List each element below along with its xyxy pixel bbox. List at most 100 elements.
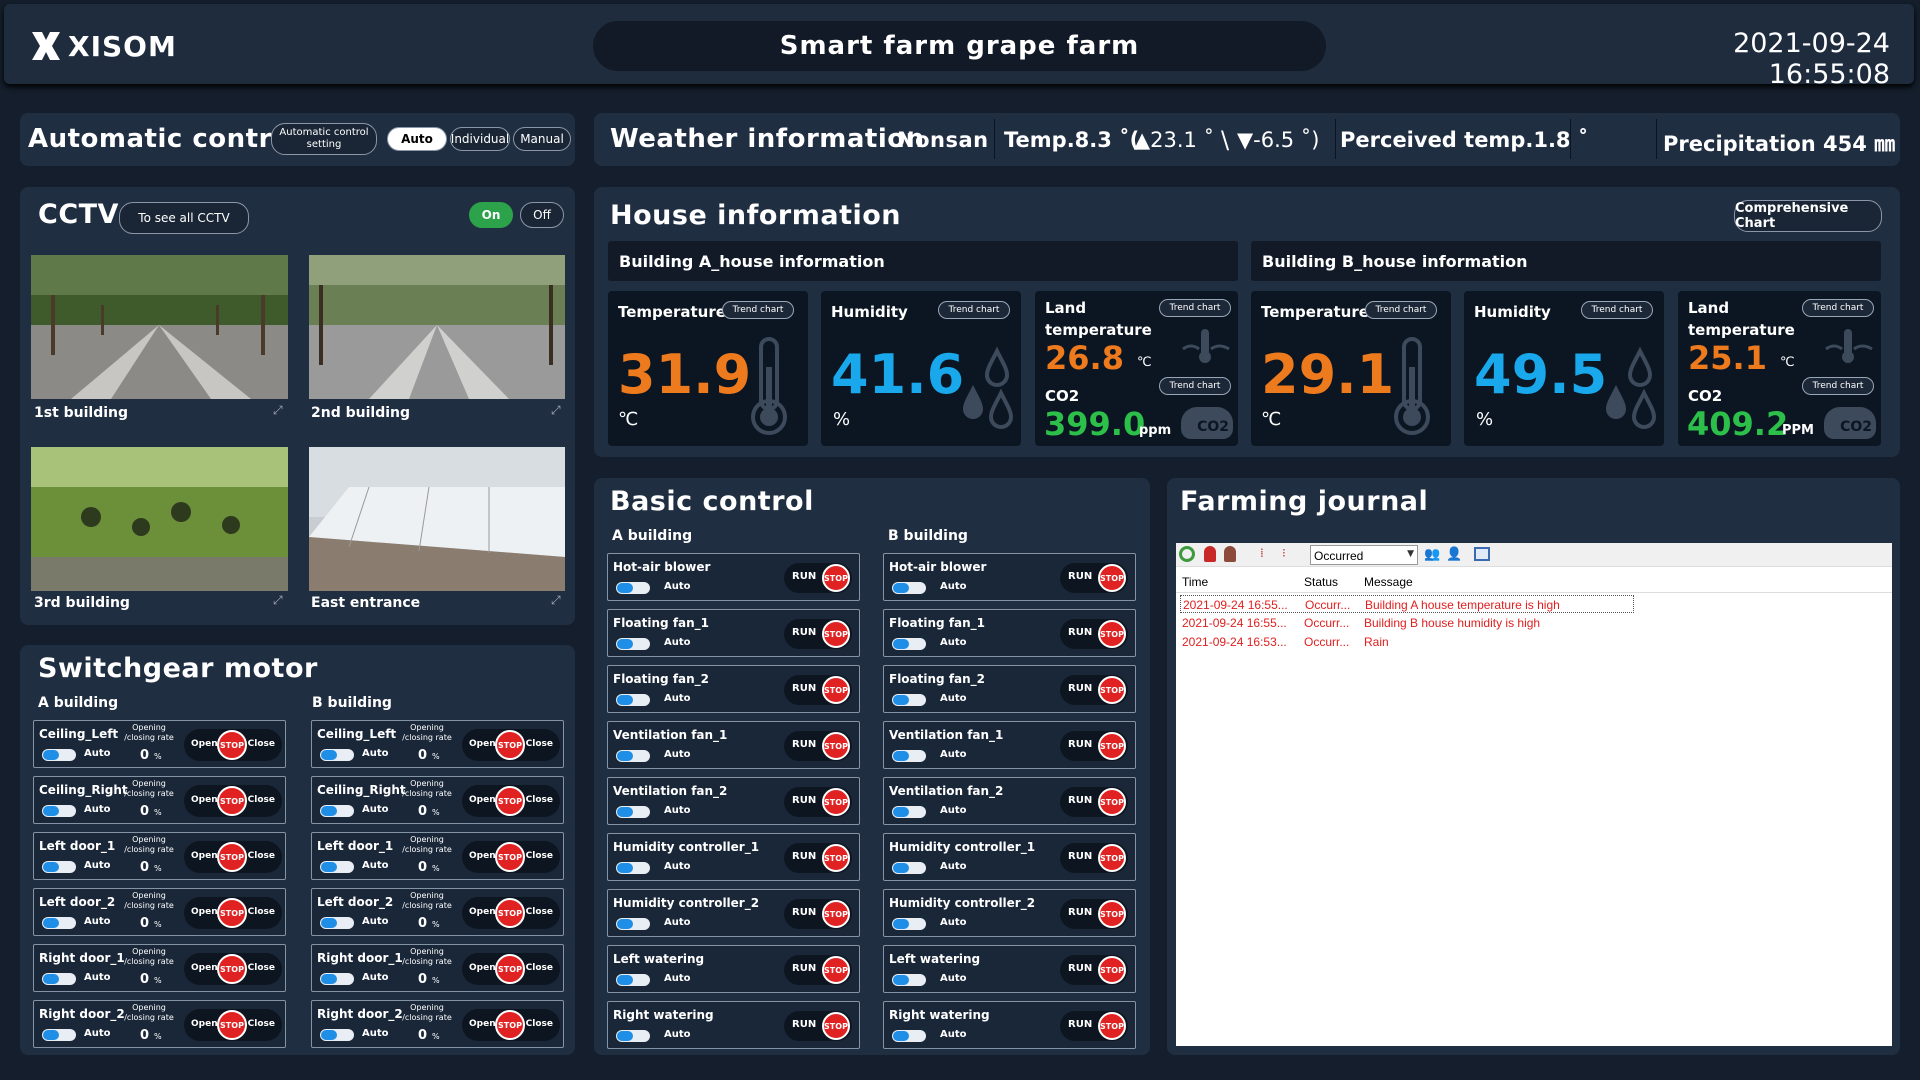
col-message[interactable]: Message [1364, 575, 1413, 589]
stop-button[interactable]: STOP [1098, 844, 1126, 872]
auto-toggle[interactable] [616, 806, 650, 818]
see-all-cctv-button[interactable]: To see all CCTV [119, 202, 249, 234]
stop-button[interactable]: STOP [822, 564, 850, 592]
cctv-feed-1[interactable] [31, 255, 288, 399]
open-button[interactable]: Open [469, 963, 496, 973]
open-button[interactable]: Open [191, 907, 218, 917]
run-button[interactable]: RUN [1068, 683, 1092, 694]
mode-individual-button[interactable]: Individual [450, 127, 510, 151]
journal-row[interactable]: 2021-09-24 16:55... Occurr... Building B… [1180, 614, 1634, 632]
stop-button[interactable]: STOP [217, 898, 247, 928]
auto-toggle[interactable] [892, 638, 926, 650]
stop-button[interactable]: STOP [495, 842, 525, 872]
open-button[interactable]: Open [469, 907, 496, 917]
run-button[interactable]: RUN [792, 963, 816, 974]
close-button[interactable]: Close [526, 1019, 553, 1029]
stop-button[interactable]: STOP [822, 676, 850, 704]
close-button[interactable]: Close [526, 795, 553, 805]
stop-button[interactable]: STOP [1098, 956, 1126, 984]
trend-chart-button[interactable]: Trend chart [1802, 299, 1874, 317]
auto-toggle[interactable] [320, 749, 354, 761]
run-button[interactable]: RUN [792, 571, 816, 582]
run-button[interactable]: RUN [792, 627, 816, 638]
auto-toggle[interactable] [320, 861, 354, 873]
journal-row[interactable]: 2021-09-24 16:55... Occurr... Building A… [1180, 595, 1634, 613]
stop-button[interactable]: STOP [1098, 788, 1126, 816]
stop-button[interactable]: STOP [1098, 900, 1126, 928]
auto-toggle[interactable] [616, 862, 650, 874]
auto-toggle[interactable] [892, 918, 926, 930]
close-button[interactable]: Close [248, 739, 275, 749]
stop-button[interactable]: STOP [495, 954, 525, 984]
auto-toggle[interactable] [42, 861, 76, 873]
auto-toggle[interactable] [320, 973, 354, 985]
stop-button[interactable]: STOP [1098, 1012, 1126, 1040]
journal-row[interactable]: 2021-09-24 16:53... Occurr... Rain [1180, 633, 1634, 651]
stop-button[interactable]: STOP [1098, 732, 1126, 760]
run-button[interactable]: RUN [792, 851, 816, 862]
stop-button[interactable]: STOP [1098, 564, 1126, 592]
auto-toggle[interactable] [892, 694, 926, 706]
open-button[interactable]: Open [191, 739, 218, 749]
stop-button[interactable]: STOP [822, 844, 850, 872]
cctv-on-button[interactable]: On [469, 202, 513, 228]
cctv-off-button[interactable]: Off [520, 202, 564, 228]
stop-button[interactable]: STOP [1098, 620, 1126, 648]
auto-toggle[interactable] [616, 750, 650, 762]
col-status[interactable]: Status [1304, 575, 1338, 589]
open-button[interactable]: Open [469, 1019, 496, 1029]
expand-icon[interactable]: ⤢ [551, 403, 561, 418]
close-button[interactable]: Close [248, 1019, 275, 1029]
stop-button[interactable]: STOP [1098, 676, 1126, 704]
close-button[interactable]: Close [526, 963, 553, 973]
auto-toggle[interactable] [892, 806, 926, 818]
refresh-icon[interactable] [1179, 546, 1195, 562]
auto-toggle[interactable] [616, 1030, 650, 1042]
trend-chart-button[interactable]: Trend chart [938, 301, 1010, 319]
trend-chart-button[interactable]: Trend chart [1581, 301, 1653, 319]
comprehensive-chart-button[interactable]: Comprehensive Chart [1734, 200, 1882, 232]
run-button[interactable]: RUN [1068, 907, 1092, 918]
expand-icon[interactable]: ⤢ [551, 593, 561, 608]
auto-toggle[interactable] [42, 973, 76, 985]
run-button[interactable]: RUN [792, 795, 816, 806]
auto-toggle[interactable] [616, 694, 650, 706]
close-button[interactable]: Close [526, 851, 553, 861]
stop-button[interactable]: STOP [822, 900, 850, 928]
cctv-feed-3[interactable] [31, 447, 288, 591]
col-time[interactable]: Time [1182, 575, 1208, 589]
stop-button[interactable]: STOP [217, 786, 247, 816]
auto-toggle[interactable] [892, 1030, 926, 1042]
auto-toggle[interactable] [892, 582, 926, 594]
run-button[interactable]: RUN [1068, 739, 1092, 750]
trend-chart-button[interactable]: Trend chart [722, 301, 794, 319]
close-button[interactable]: Close [526, 907, 553, 917]
stop-button[interactable]: STOP [495, 1010, 525, 1040]
open-button[interactable]: Open [191, 963, 218, 973]
run-button[interactable]: RUN [1068, 571, 1092, 582]
export-icon[interactable] [1474, 547, 1490, 561]
person-icon[interactable]: 👤 [1446, 547, 1462, 562]
sort-icon[interactable]: ⁝ [1282, 546, 1286, 560]
stop-button[interactable]: STOP [822, 1012, 850, 1040]
close-button[interactable]: Close [526, 739, 553, 749]
stop-button[interactable]: STOP [217, 730, 247, 760]
expand-icon[interactable]: ⤢ [273, 403, 283, 418]
open-button[interactable]: Open [469, 851, 496, 861]
stop-button[interactable]: STOP [822, 956, 850, 984]
trend-chart-button[interactable]: Trend chart [1159, 377, 1231, 395]
open-button[interactable]: Open [469, 739, 496, 749]
auto-control-setting-button[interactable]: Automatic control setting [271, 123, 377, 155]
auto-toggle[interactable] [42, 1029, 76, 1041]
stop-button[interactable]: STOP [822, 732, 850, 760]
auto-toggle[interactable] [42, 805, 76, 817]
run-button[interactable]: RUN [1068, 795, 1092, 806]
run-button[interactable]: RUN [792, 907, 816, 918]
cctv-feed-2[interactable] [309, 255, 565, 399]
run-button[interactable]: RUN [1068, 1019, 1092, 1030]
auto-toggle[interactable] [616, 582, 650, 594]
stop-button[interactable]: STOP [495, 786, 525, 816]
status-filter-select[interactable]: Occurred ▼ [1310, 545, 1418, 565]
auto-toggle[interactable] [892, 750, 926, 762]
auto-toggle[interactable] [616, 918, 650, 930]
